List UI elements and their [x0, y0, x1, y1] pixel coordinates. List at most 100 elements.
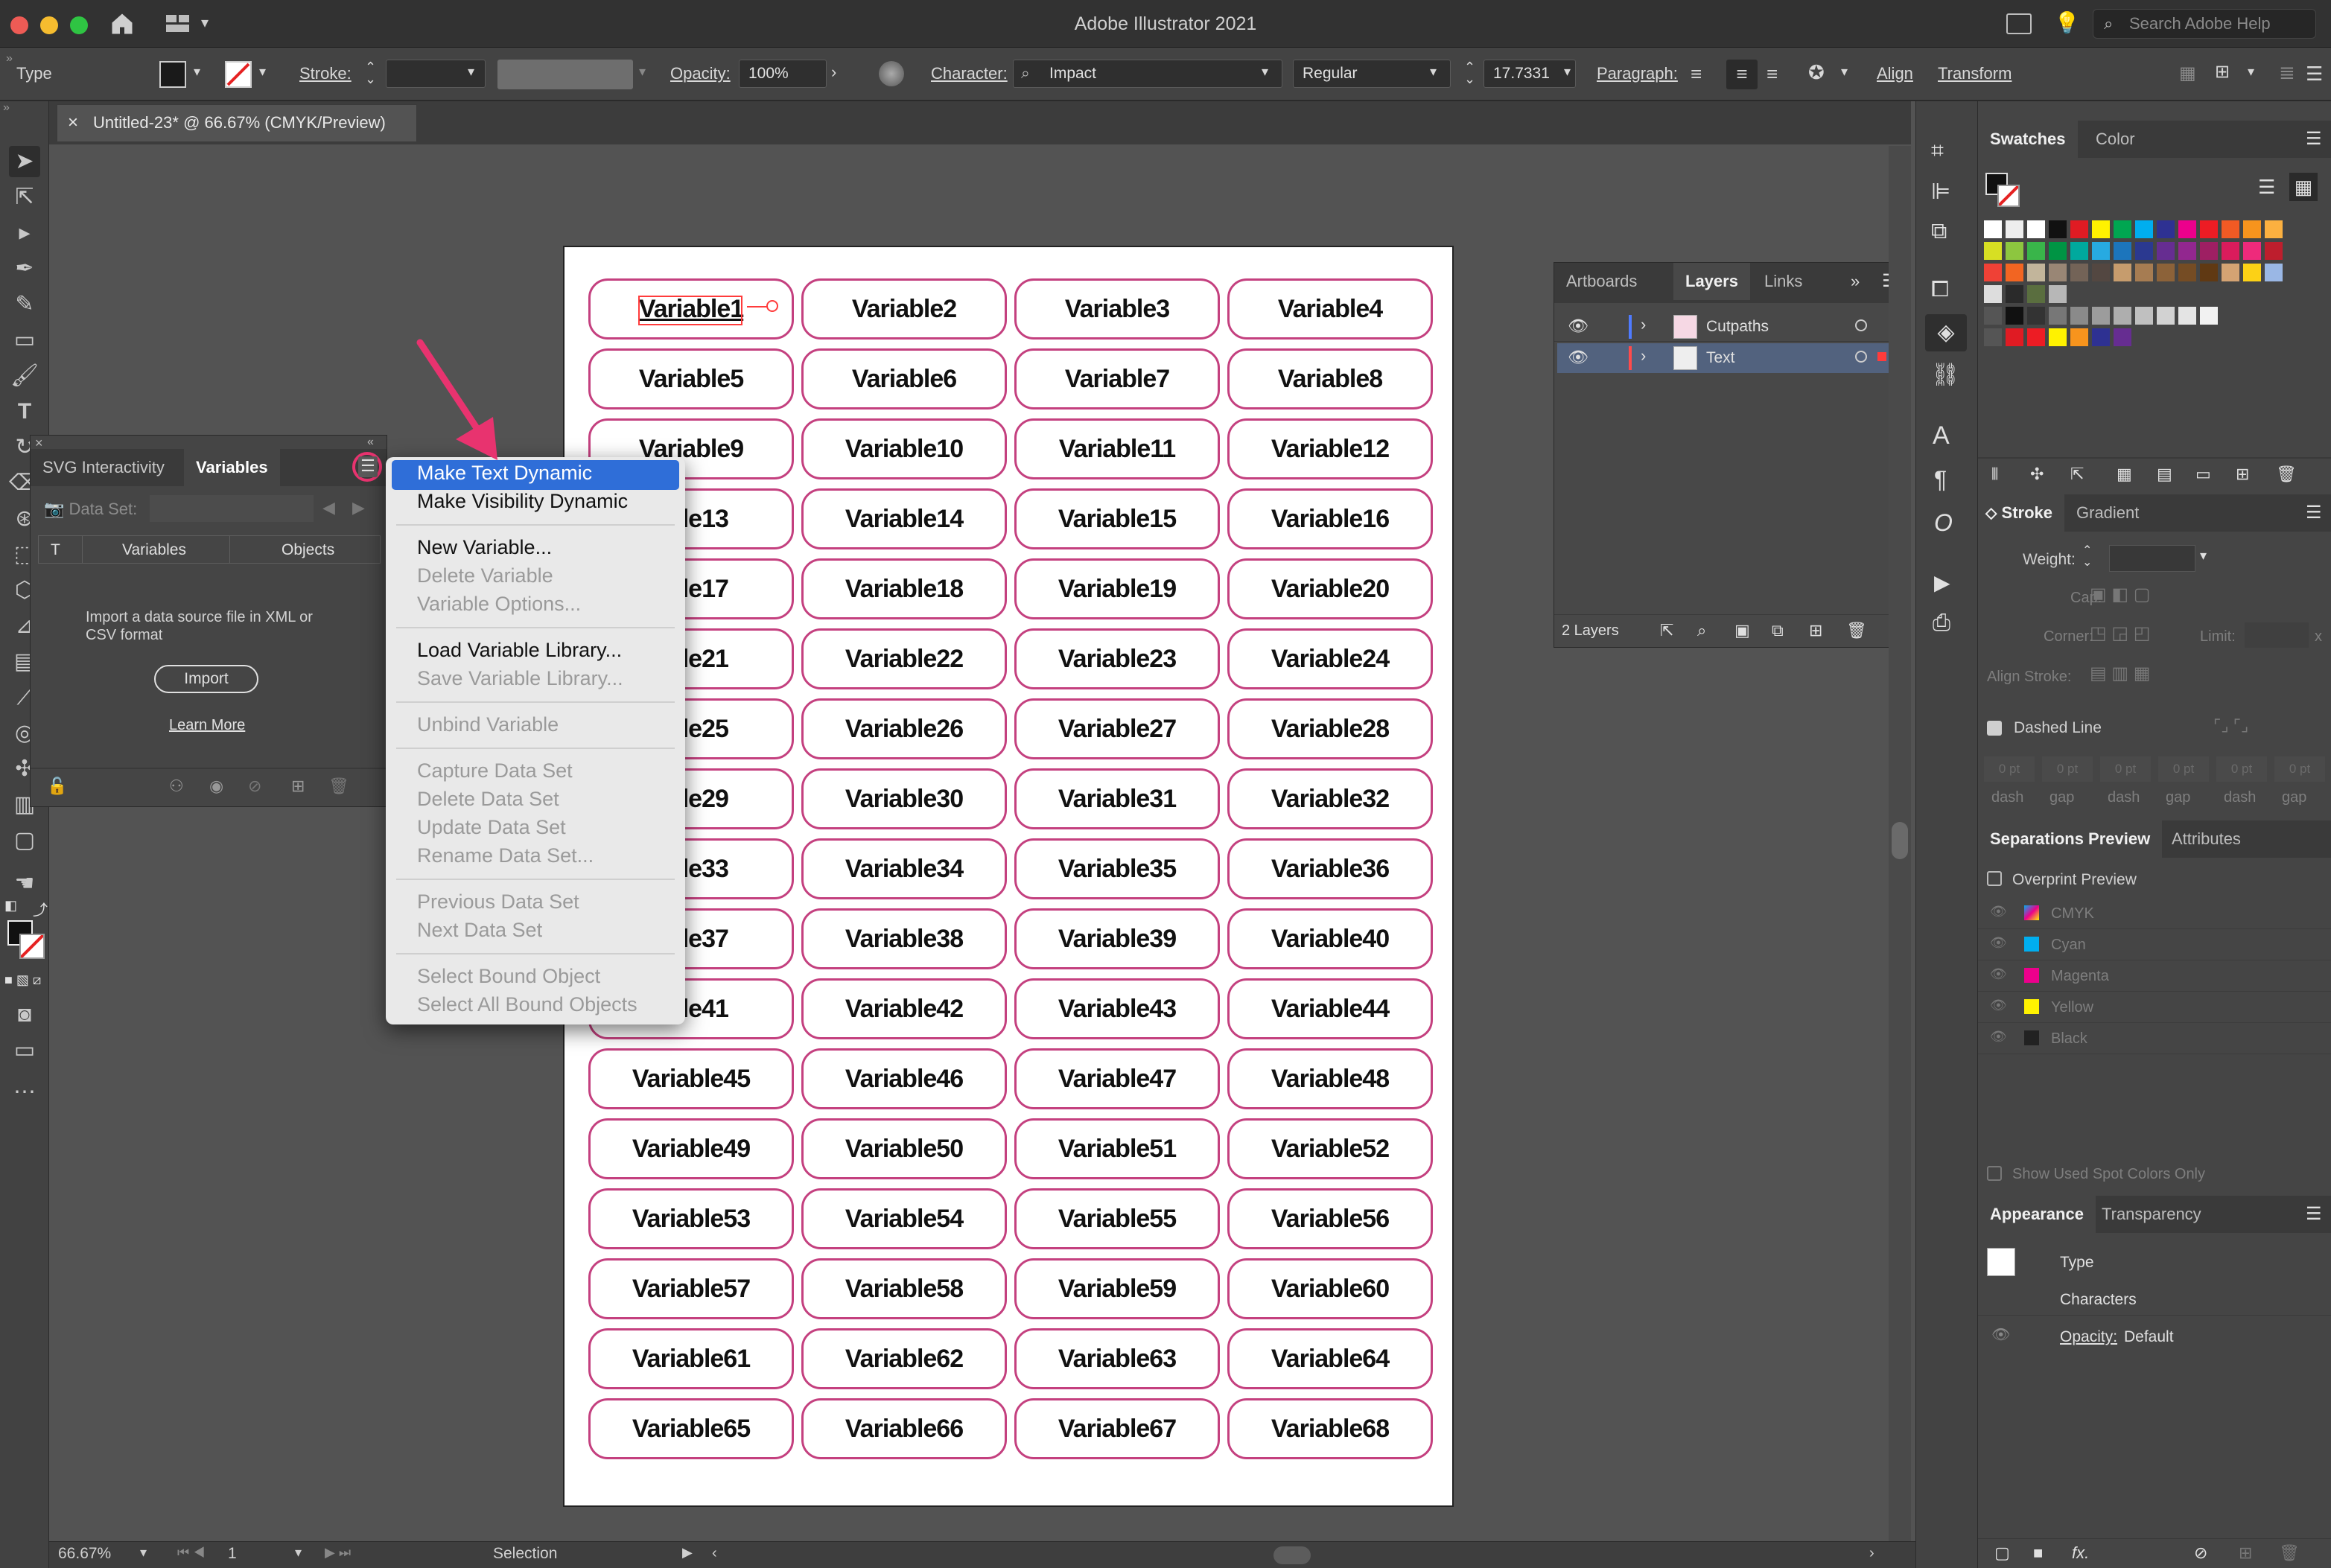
color-swatch[interactable] [2027, 242, 2045, 260]
variable-text-box[interactable]: Variable58 [801, 1258, 1007, 1319]
new-sublayer-icon[interactable]: ⧉ [1772, 621, 1784, 640]
toolbar-collapse-icon[interactable]: » [3, 101, 10, 115]
ink-visibility-icon[interactable]: 👁 [1990, 904, 2007, 920]
color-swatch[interactable] [2114, 220, 2131, 238]
expand-layer-chevron-icon[interactable]: › [1641, 315, 1646, 334]
variable-text-box[interactable]: Variable15 [1014, 488, 1220, 549]
dashed-line-checkbox[interactable] [1987, 721, 2002, 736]
color-swatch[interactable] [2114, 242, 2131, 260]
variable-text-box[interactable]: Variable53 [588, 1188, 794, 1249]
variable-text-box[interactable]: Variable51 [1014, 1118, 1220, 1179]
distribute-icon[interactable]: ≣ [2279, 61, 2295, 84]
locate-object-icon[interactable]: ⌕ [1697, 621, 1706, 640]
variable-text-box[interactable]: Variable28 [1227, 698, 1433, 759]
color-swatch[interactable] [2178, 220, 2196, 238]
color-swatch[interactable] [2243, 264, 2261, 281]
color-swatch[interactable] [2200, 264, 2218, 281]
variable-text-box[interactable]: Variable50 [801, 1118, 1007, 1179]
selection-bounding-box[interactable] [638, 296, 742, 325]
variable-text-box[interactable]: Variable64 [1227, 1328, 1433, 1389]
character-panel-icon[interactable]: A [1933, 421, 1950, 450]
align-left-icon[interactable]: ≡ [1691, 64, 1702, 83]
type-options-chevron-icon[interactable]: ▾ [1841, 64, 1848, 80]
ink-row[interactable]: 👁 Magenta [1978, 960, 2331, 992]
menu-item-select-bound-object[interactable]: Select Bound Object [417, 965, 600, 988]
color-swatch[interactable] [2027, 220, 2045, 238]
previous-data-set-icon[interactable]: ◀ [322, 498, 335, 517]
variable-text-box[interactable]: Variable12 [1227, 418, 1433, 479]
color-swatch[interactable] [2200, 220, 2218, 238]
variable-text-box[interactable]: Variable65 [588, 1398, 794, 1459]
swatch-libraries-icon[interactable]: ⫴ [1991, 465, 1998, 484]
color-swatch[interactable] [2114, 307, 2131, 325]
pen-tool-icon[interactable]: ✒ [9, 253, 40, 284]
swatches-menu-icon[interactable]: ☰ [2306, 128, 2322, 150]
menu-item-delete-variable[interactable]: Delete Variable [417, 564, 553, 587]
color-swatch[interactable] [2200, 242, 2218, 260]
color-swatch[interactable] [2049, 220, 2067, 238]
variable-text-box[interactable]: Variable20 [1227, 558, 1433, 619]
stroke-swatch[interactable] [225, 61, 252, 88]
new-layer-icon[interactable]: ⊞ [1809, 621, 1822, 640]
dash-gap-field[interactable]: 0 pt [2100, 756, 2151, 782]
color-swatch[interactable] [2049, 307, 2067, 325]
color-swatch[interactable] [2070, 264, 2088, 281]
swatch-options-icon[interactable]: ▦ [2117, 465, 2132, 484]
appearance-characters-row[interactable]: Characters [2060, 1291, 2137, 1309]
variable-text-box[interactable]: Variable5 [588, 348, 794, 409]
new-color-group-icon[interactable]: ▭ [2195, 465, 2211, 484]
ink-row[interactable]: 👁 CMYK [1978, 898, 2331, 929]
color-swatch[interactable] [2135, 242, 2153, 260]
artboard-number-field[interactable]: 1 [228, 1545, 287, 1566]
first-artboard-icon[interactable]: ⏮ ◀ [177, 1545, 205, 1561]
color-swatch[interactable] [2243, 220, 2261, 238]
align-right-icon[interactable]: ≡ [1766, 64, 1778, 83]
variable-text-box[interactable]: Variable39 [1014, 908, 1220, 969]
variable-text-box[interactable]: Variable40 [1227, 908, 1433, 969]
opacity-field[interactable]: 100% [739, 60, 827, 88]
vertical-scroll-thumb[interactable] [1892, 822, 1908, 859]
menu-item-new-variable[interactable]: New Variable... [417, 536, 552, 559]
dash-align-icons[interactable]: ⌜⌟ ⌜⌟ [2213, 716, 2248, 736]
artboard-chevron-icon[interactable]: ▾ [295, 1545, 302, 1561]
layer-row-text[interactable]: 👁 › Text [1557, 343, 1907, 373]
color-swatch[interactable] [2006, 307, 2023, 325]
thumbnail-view-icon[interactable]: ▦ [2289, 173, 2318, 201]
color-swatch[interactable] [2092, 307, 2110, 325]
data-set-dropdown[interactable] [150, 495, 314, 522]
font-style-field[interactable]: Regular [1293, 60, 1451, 88]
stroke-weight-chevron-icon[interactable]: ▾ [468, 64, 474, 80]
tab-appearance[interactable]: Appearance [1978, 1196, 2096, 1233]
variable-text-box[interactable]: Variable30 [801, 768, 1007, 829]
variable-text-box[interactable]: Variable1 [588, 278, 794, 340]
clear-appearance-icon[interactable]: ⊘ [2194, 1543, 2207, 1563]
expand-panel-icon[interactable]: » [1851, 272, 1860, 291]
variable-text-box[interactable]: Variable11 [1014, 418, 1220, 479]
selection-indicator[interactable] [1877, 352, 1886, 361]
tab-layers[interactable]: Layers [1673, 263, 1750, 300]
color-swatch[interactable] [1984, 285, 2002, 303]
panel-menu-icon[interactable]: ☰ [358, 456, 378, 477]
variable-text-box[interactable]: Variable63 [1014, 1328, 1220, 1389]
tab-variables[interactable]: Variables [184, 449, 280, 486]
font-size-chevron-icon[interactable]: ▾ [1564, 64, 1571, 80]
color-swatch[interactable] [2006, 264, 2023, 281]
color-swatch[interactable] [2265, 242, 2283, 260]
color-swatch[interactable] [2070, 220, 2088, 238]
menu-item-update-data-set[interactable]: Update Data Set [417, 816, 566, 839]
menu-item-delete-data-set[interactable]: Delete Data Set [417, 788, 559, 811]
variable-text-box[interactable]: Variable52 [1227, 1118, 1433, 1179]
ink-visibility-icon[interactable]: 👁 [1990, 998, 2007, 1013]
actions-panel-icon[interactable]: ▶ [1934, 570, 1950, 595]
color-swatch[interactable] [2092, 220, 2110, 238]
variable-text-box[interactable]: Variable43 [1014, 978, 1220, 1039]
asset-export-panel-icon[interactable]: ⎙ [1933, 611, 1950, 636]
search-adobe-help-input[interactable]: ⌕ Search Adobe Help [2093, 9, 2316, 39]
ink-row[interactable]: 👁 Cyan [1978, 929, 2331, 960]
opentype-panel-icon[interactable]: O [1934, 509, 1953, 537]
color-swatch[interactable] [2135, 307, 2153, 325]
color-swatch[interactable] [2222, 220, 2239, 238]
font-family-chevron-icon[interactable]: ▾ [1262, 64, 1268, 80]
type-tool-icon[interactable]: T [9, 396, 40, 427]
tab-color[interactable]: Color [2084, 121, 2147, 158]
